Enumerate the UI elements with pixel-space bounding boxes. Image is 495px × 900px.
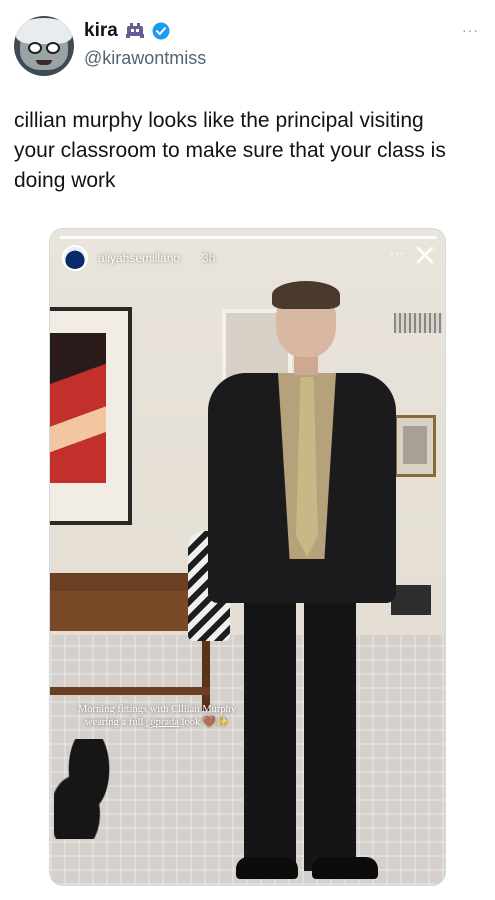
avatar-hair: [16, 18, 72, 44]
small-framed-picture: [394, 415, 436, 477]
story-timestamp: 3h: [202, 251, 216, 265]
author-avatar[interactable]: [14, 16, 74, 76]
avatar-eye: [28, 42, 42, 54]
shoe: [236, 857, 298, 879]
hair: [272, 281, 340, 309]
caption-prefix: wearing a full: [84, 717, 146, 728]
close-x-icon[interactable]: [413, 243, 437, 267]
verified-badge-icon: [152, 22, 170, 40]
tweet-text: cillian murphy looks like the principal …: [14, 109, 446, 192]
desk-shelf: [50, 687, 210, 695]
story-username[interactable]: aliyahsemillano: [98, 251, 180, 265]
desk-drawers: [50, 591, 210, 631]
small-picture-art: [403, 426, 427, 464]
caption-line-1: Morning fittings with Cillian Murphy: [77, 704, 237, 715]
trouser-leg: [304, 581, 356, 871]
wall-painting: [50, 307, 132, 525]
space-invader-icon: [125, 23, 144, 38]
wall-vent: [394, 313, 442, 333]
story-caption: Morning fittings with Cillian Murphy wea…: [62, 703, 252, 729]
boots-on-floor: [54, 739, 124, 839]
author-handle[interactable]: @kirawontmiss: [84, 48, 206, 69]
avatar-mouth: [36, 60, 52, 65]
author-name-row: kira: [84, 20, 170, 42]
avatar-eye: [46, 42, 60, 54]
caption-suffix: look: [178, 717, 201, 728]
shoe: [312, 857, 378, 879]
tweet-media-image[interactable]: aliyahsemillano 3h ··· Morning fittings …: [49, 228, 446, 886]
more-horizontal-icon[interactable]: ···: [462, 22, 479, 38]
man-in-suit: [200, 281, 400, 885]
story-more-icon[interactable]: ···: [389, 245, 405, 263]
painting-art: [50, 333, 106, 483]
story-progress-bar: [60, 236, 437, 239]
caption-mention-link[interactable]: @prada: [146, 717, 179, 728]
story-user-avatar[interactable]: [62, 245, 88, 271]
caption-line-2: wearing a full @prada look 🤎✨: [62, 716, 252, 729]
author-display-name[interactable]: kira: [84, 20, 118, 42]
caption-emojis: 🤎✨: [202, 717, 229, 728]
